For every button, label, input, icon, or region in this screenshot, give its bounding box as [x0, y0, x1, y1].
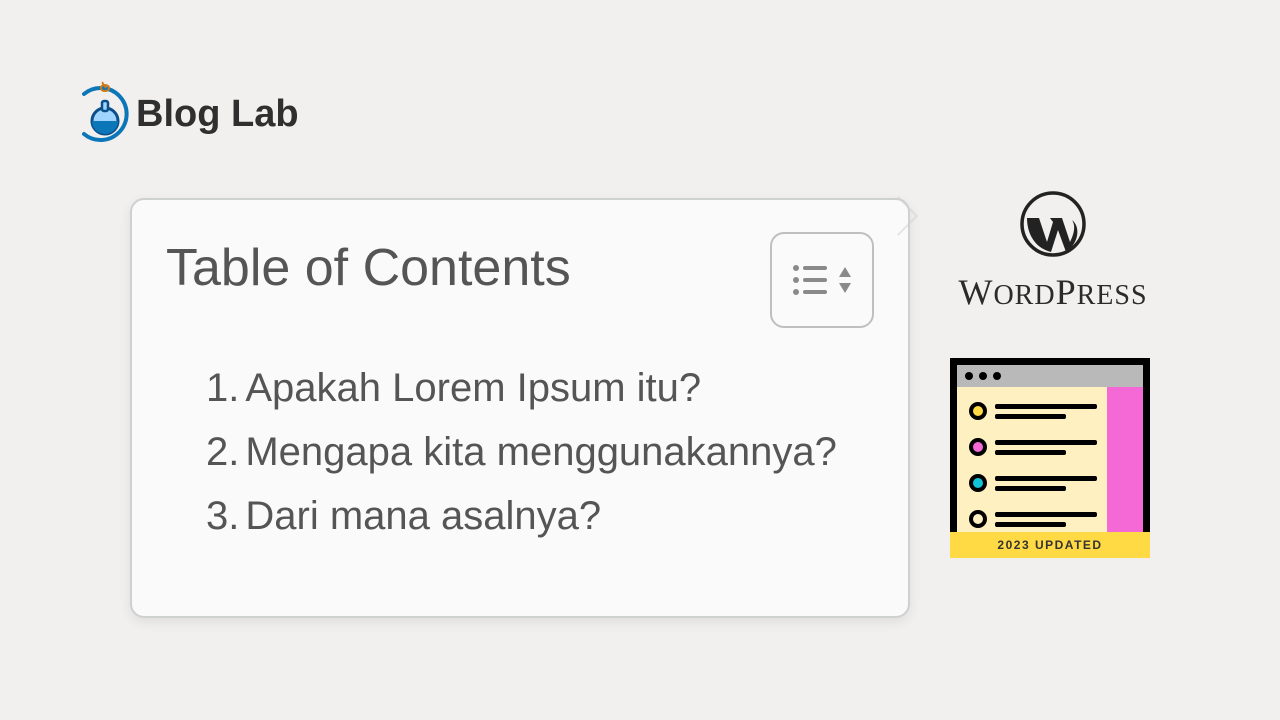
list-item: [969, 433, 1097, 461]
toc-item-number: 3.: [206, 494, 239, 538]
toc-toggle-button[interactable]: [770, 232, 874, 328]
browser-illustration: [950, 358, 1150, 558]
list-item: [969, 397, 1097, 425]
flask-icon: [78, 78, 130, 150]
bullet-icon: [969, 402, 987, 420]
toc-widget: Table of Contents 1.Apakah Lorem Ipsum i…: [130, 198, 910, 618]
window-dot-icon: [979, 372, 987, 380]
toc-item[interactable]: 1.Apakah Lorem Ipsum itu?: [206, 356, 874, 420]
list-item: [969, 505, 1097, 533]
toc-item[interactable]: 3.Dari mana asalnya?: [206, 484, 874, 548]
updated-badge: 2023 UPDATED: [950, 532, 1150, 558]
bullet-icon: [969, 510, 987, 528]
bullet-icon: [969, 438, 987, 456]
toc-item-number: 2.: [206, 430, 239, 474]
browser-titlebar: [957, 365, 1143, 387]
toc-item[interactable]: 2.Mengapa kita menggunakannya?: [206, 420, 874, 484]
sort-icon: [837, 265, 853, 295]
logo-text: Blog Lab: [136, 93, 299, 136]
toc-title: Table of Contents: [166, 238, 571, 298]
toc-list: 1.Apakah Lorem Ipsum itu? 2.Mengapa kita…: [166, 356, 874, 548]
wordpress-logo: WORDPRESS: [928, 190, 1178, 313]
toc-item-text: Mengapa kita menggunakannya?: [245, 430, 837, 474]
window-dot-icon: [993, 372, 1001, 380]
browser-main-area: [957, 387, 1107, 550]
browser-sidebar: [1107, 387, 1143, 550]
wordpress-wordmark: WORDPRESS: [928, 271, 1178, 313]
list-item: [969, 469, 1097, 497]
site-logo: Blog Lab: [78, 78, 299, 150]
corner-fold-icon: [879, 196, 919, 236]
list-icon: [791, 263, 829, 297]
wordpress-icon: [1019, 190, 1087, 263]
window-dot-icon: [965, 372, 973, 380]
toc-item-text: Dari mana asalnya?: [245, 494, 601, 538]
toc-item-text: Apakah Lorem Ipsum itu?: [245, 366, 701, 410]
bullet-icon: [969, 474, 987, 492]
toc-item-number: 1.: [206, 366, 239, 410]
